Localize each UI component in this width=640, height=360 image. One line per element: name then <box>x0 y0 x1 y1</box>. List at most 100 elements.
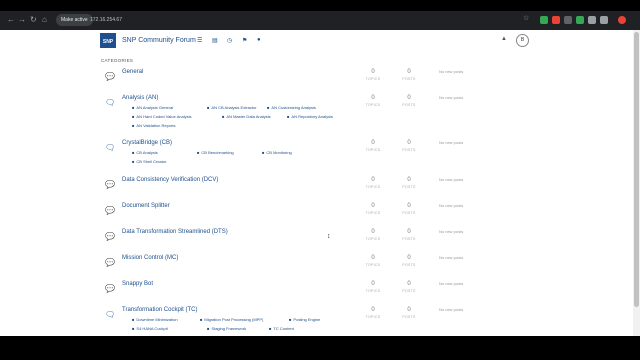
posts-count: 0 <box>407 177 411 183</box>
last-post: No new posts <box>439 203 464 208</box>
reload-icon[interactable]: ↻ <box>30 15 37 24</box>
inbox-icon[interactable]: ▤ <box>212 37 218 44</box>
subcategory-link[interactable]: ■ S4 HANA Cockpit <box>132 326 168 331</box>
posts-count: 0 <box>407 203 411 209</box>
subcategory-link[interactable]: ■ AN Customizing Analysis <box>267 105 316 110</box>
topics-count: 0 <box>371 95 375 101</box>
comments-icon: ■ <box>222 114 225 119</box>
category-title[interactable]: Data Transformation Streamlined (DTS) <box>122 229 228 235</box>
comments-icon: 💬 <box>105 284 115 293</box>
page-scrollbar[interactable] <box>633 30 640 336</box>
topics-label: TOPICS <box>365 237 381 241</box>
comments-icon: ■ <box>132 326 135 331</box>
site-title[interactable]: SNP Community Forum <box>122 37 196 44</box>
posts-label: POSTS <box>402 77 416 81</box>
recent-icon[interactable]: ◷ <box>227 37 232 44</box>
comments-icon: ■ <box>262 150 265 155</box>
comments-icon: ■ <box>207 105 210 110</box>
subcategory-label: Posting Engine <box>293 317 321 322</box>
last-post: No new posts <box>439 177 464 182</box>
comments-icon: ■ <box>132 123 135 128</box>
bottom-letterbox <box>0 336 640 360</box>
extension-icon-2[interactable] <box>552 16 560 24</box>
subcategory-link[interactable]: ■ AN Repository Analysis <box>287 114 333 119</box>
comments-icon: 💬 <box>105 206 115 215</box>
forward-icon[interactable]: → <box>18 15 26 24</box>
topics-count: 0 <box>371 177 375 183</box>
comments-icon: ■ <box>197 150 200 155</box>
browser-toolbar: ← → ↻ ⌂ Make active 172.16.254.67 ☆ <box>0 11 640 30</box>
posts-count: 0 <box>407 229 411 235</box>
subcategory-label: AN CB Analysis Extractor <box>211 105 257 110</box>
subcategory-link[interactable]: ■ Downtime Minimization <box>132 317 178 322</box>
tags-icon[interactable]: ⚑ <box>242 37 247 44</box>
last-post: No new posts <box>439 255 464 260</box>
comments-icon: ■ <box>132 114 135 119</box>
subcategory-label: Staging Framework <box>211 326 247 331</box>
extension-icon-4[interactable] <box>576 16 584 24</box>
subcategory-link[interactable]: ■ AN CB Analysis Extractor <box>207 105 257 110</box>
groups-icon[interactable]: ● <box>257 37 261 43</box>
mouse-cursor: ↕ <box>327 233 331 240</box>
address-bar[interactable]: 172.16.254.67 <box>90 14 122 26</box>
subcategory-link[interactable]: ■ CB Shell Creator <box>132 159 166 164</box>
category-title[interactable]: Document Splitter <box>122 203 170 209</box>
posts-count: 0 <box>407 307 411 313</box>
comments-icon: ■ <box>132 317 135 322</box>
home-icon[interactable]: ⌂ <box>42 15 47 24</box>
category-title[interactable]: Transformation Cockpit (TC) <box>122 307 197 313</box>
subcategory-link[interactable]: ■ AN Analysis General <box>132 105 173 110</box>
subcategory-link[interactable]: ■ AN Validation Reports <box>132 123 175 128</box>
notifications-icon[interactable]: ▲ <box>501 36 507 42</box>
posts-label: POSTS <box>402 237 416 241</box>
subcategory-link[interactable]: ■ CB Analysis <box>132 150 158 155</box>
forum-page: SNP SNP Community Forum ☰ ▤ ◷ ⚑ ● ▲ B CA… <box>0 30 633 336</box>
subcategory-link[interactable]: ■ Posting Engine <box>289 317 320 322</box>
subcategory-link[interactable]: ■ AN Master Data Analysis <box>222 114 271 119</box>
comments-icon: ■ <box>289 317 292 322</box>
subcategory-link[interactable]: ■ Staging Framework <box>207 326 246 331</box>
topics-count: 0 <box>371 281 375 287</box>
make-active-badge[interactable]: Make active <box>56 14 93 26</box>
subcategory-link[interactable]: ■ Migration Post Processing (MPP) <box>200 317 263 322</box>
topics-label: TOPICS <box>365 148 381 152</box>
category-title[interactable]: General <box>122 69 143 75</box>
extension-icon-3[interactable] <box>564 16 572 24</box>
user-avatar[interactable]: B <box>516 34 529 47</box>
category-title[interactable]: Analysis (AN) <box>122 95 158 101</box>
scrollbar-thumb[interactable] <box>634 32 639 307</box>
category-title[interactable]: CrystalBridge (CB) <box>122 140 172 146</box>
topics-label: TOPICS <box>365 211 381 215</box>
back-icon[interactable]: ← <box>7 15 15 24</box>
subcategory-link[interactable]: ■ TC Content <box>269 326 294 331</box>
extension-icon-1[interactable] <box>540 16 548 24</box>
comments-icon: 💬 <box>105 232 115 241</box>
posts-label: POSTS <box>402 315 416 319</box>
comment-icon: 🗨 <box>105 143 116 152</box>
comment-icon: 🗨 <box>105 98 116 107</box>
topics-label: TOPICS <box>365 185 381 189</box>
last-post: No new posts <box>439 281 464 286</box>
subcategory-label: CB Benchmarking <box>201 150 234 155</box>
subcategory-link[interactable]: ■ AN Hard Coded Value Analysis <box>132 114 192 119</box>
posts-count: 0 <box>407 95 411 101</box>
site-logo[interactable]: SNP <box>100 33 116 48</box>
topics-count: 0 <box>371 255 375 261</box>
subcategory-label: Migration Post Processing (MPP) <box>204 317 264 322</box>
comments-icon: ■ <box>207 326 210 331</box>
categories-icon[interactable]: ☰ <box>197 37 202 44</box>
last-post: No new posts <box>439 69 464 74</box>
topics-label: TOPICS <box>365 289 381 293</box>
category-title[interactable]: Data Consistency Verification (DCV) <box>122 177 218 183</box>
category-title[interactable]: Snappy Bot <box>122 281 153 287</box>
comments-icon: ■ <box>132 159 135 164</box>
topics-count: 0 <box>371 307 375 313</box>
subcategory-link[interactable]: ■ CB Benchmarking <box>197 150 234 155</box>
profile-icon[interactable] <box>618 16 626 24</box>
bookmark-star-icon[interactable]: ☆ <box>523 14 529 22</box>
extension-icon-6[interactable] <box>600 16 608 24</box>
topics-count: 0 <box>371 229 375 235</box>
subcategory-link[interactable]: ■ CB Monitoring <box>262 150 292 155</box>
category-title[interactable]: Mission Control (MC) <box>122 255 178 261</box>
extension-icon-5[interactable] <box>588 16 596 24</box>
